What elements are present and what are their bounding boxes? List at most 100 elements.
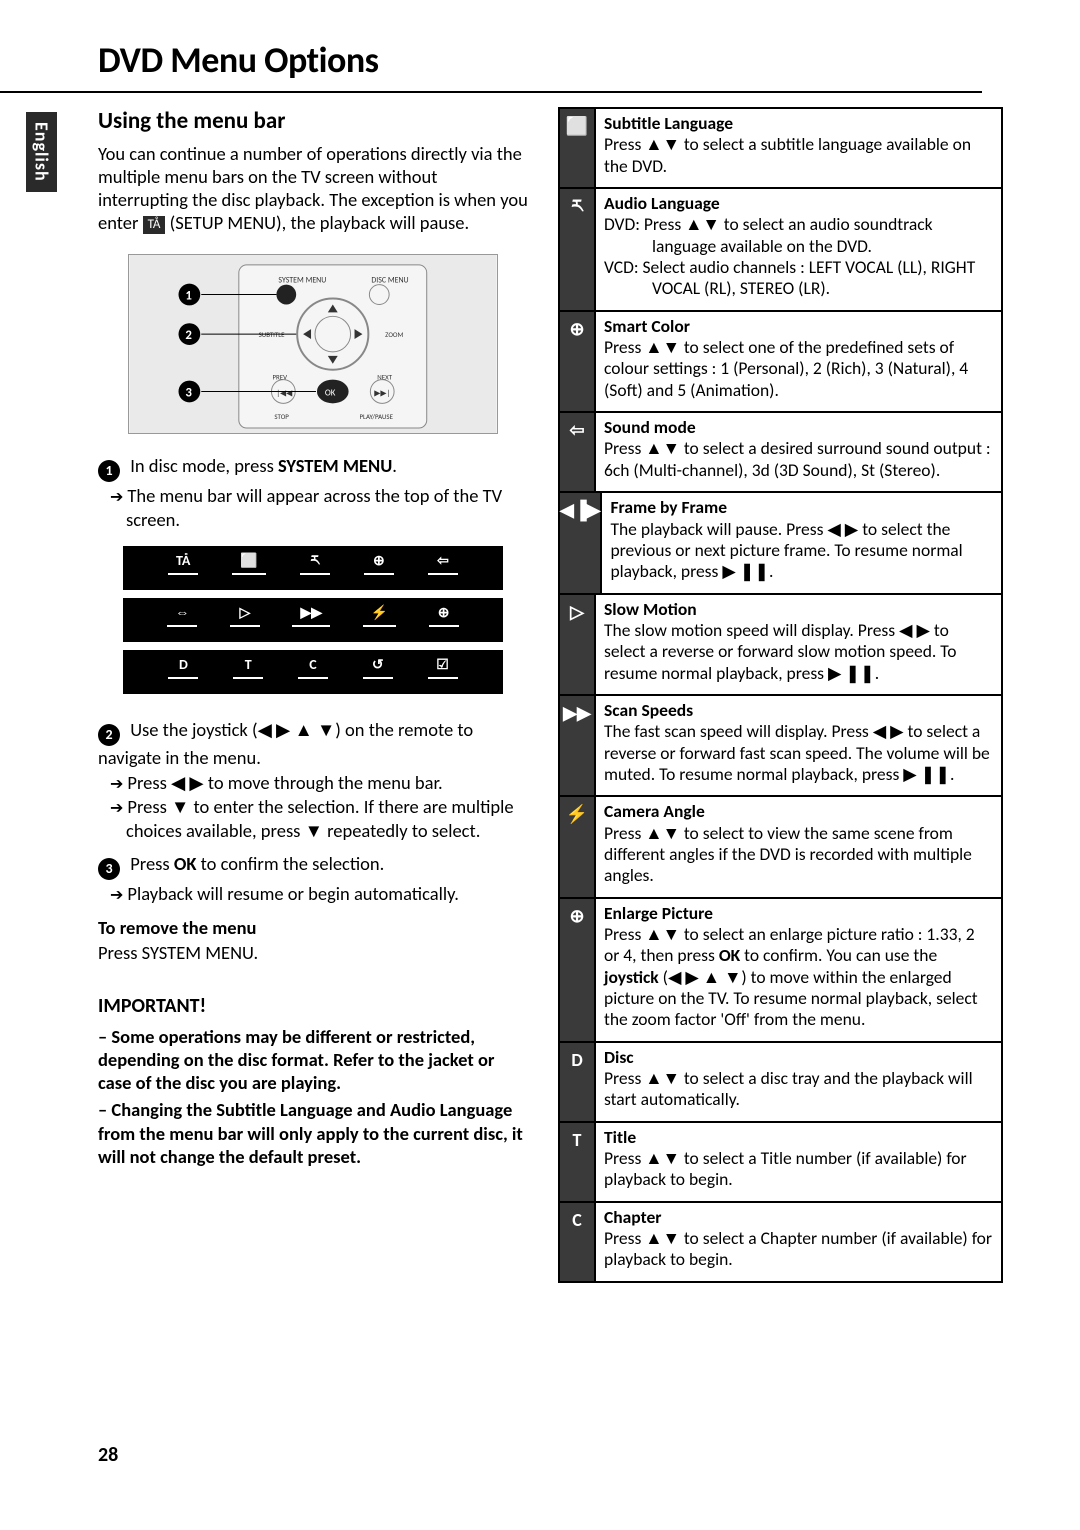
menubar-cell: ▷ — [230, 602, 260, 628]
page-title: DVD Menu Options — [0, 0, 982, 93]
step1-post: . — [392, 454, 397, 477]
sound-mode-icon: ⇦ — [560, 413, 596, 491]
svg-text:2: 2 — [185, 328, 192, 343]
feature-body: Camera AnglePress ▲▼ to select to view t… — [596, 797, 1001, 896]
step2-sub2: Press ▼ to enter the selection. If there… — [98, 795, 528, 842]
feature-description: Press ▲▼ to select an enlarge picture ra… — [604, 924, 993, 1031]
right-column: ⬜Subtitle LanguagePress ▲▼ to select a s… — [558, 107, 1003, 1283]
important-block: IMPORTANT! – Some operations may be diff… — [98, 994, 528, 1168]
feature-title: Camera Angle — [604, 801, 993, 822]
feature-body: TitlePress ▲▼ to select a Title number (… — [596, 1123, 1001, 1201]
feature-body: Sound modePress ▲▼ to select a desired s… — [596, 413, 1001, 491]
slow-motion-icon: ▷ — [560, 595, 596, 694]
menubar-cell: ⇔ — [167, 602, 197, 628]
feature-title: Disc — [604, 1047, 993, 1068]
setup-menu-inline-icon: TÅ — [143, 216, 166, 234]
svg-text:SYSTEM MENU: SYSTEM MENU — [278, 276, 326, 286]
feature-row: TTitlePress ▲▼ to select a Title number … — [560, 1123, 1001, 1203]
menubar-cell: ཪ — [300, 550, 330, 576]
feature-subline: VCD: Select audio channels : LEFT VOCAL … — [604, 257, 993, 300]
important-p2: – Changing the Subtitle Language and Aud… — [98, 1098, 528, 1167]
svg-text:▶▶|: ▶▶| — [374, 389, 390, 399]
feature-title: Scan Speeds — [604, 700, 993, 721]
step3-sub: Playback will resume or begin automatica… — [98, 882, 528, 906]
feature-title: Slow Motion — [604, 599, 993, 620]
feature-row: ⬜Subtitle LanguagePress ▲▼ to select a s… — [560, 109, 1001, 189]
feature-description: Press ▲▼ to select a Chapter number (if … — [604, 1228, 993, 1271]
svg-text:1: 1 — [185, 289, 192, 304]
svg-text:DISC MENU: DISC MENU — [371, 276, 408, 286]
remote-svg: SYSTEM MENU DISC MENU SUBTITLE ZOOM PREV… — [129, 255, 497, 433]
intro-paragraph: You can continue a number of operations … — [98, 142, 528, 235]
step3-post: to confirm the selection. — [196, 852, 384, 875]
feature-title: Frame by Frame — [610, 497, 993, 518]
feature-row: ⊕Enlarge PicturePress ▲▼ to select an en… — [560, 899, 1001, 1043]
feature-description: The slow motion speed will display. Pres… — [604, 620, 993, 684]
feature-body: Enlarge PicturePress ▲▼ to select an enl… — [596, 899, 1001, 1041]
menubar-cell: ☑ — [428, 654, 458, 680]
num-bullet-3: 3 — [98, 858, 120, 880]
feature-row: ⊕Smart ColorPress ▲▼ to select one of th… — [560, 312, 1001, 413]
enlarge-picture-icon: ⊕ — [560, 899, 596, 1041]
feature-table: ⬜Subtitle LanguagePress ▲▼ to select a s… — [558, 107, 1003, 1283]
feature-body: Smart ColorPress ▲▼ to select one of the… — [596, 312, 1001, 411]
feature-title: Smart Color — [604, 316, 993, 337]
feature-description: The playback will pause. Press ◀ ▶ to se… — [610, 519, 993, 583]
menubar-cell: TÅ — [168, 550, 198, 576]
language-tab: English — [26, 112, 57, 192]
menubar-row: TÅ⬜ཪ⊕⇦ — [123, 546, 503, 590]
feature-description: The fast scan speed will display. Press … — [604, 721, 993, 785]
step3-pre: Press — [130, 852, 174, 875]
svg-text:|◀◀: |◀◀ — [276, 389, 293, 399]
feature-title: Subtitle Language — [604, 113, 993, 134]
remote-control-diagram: SYSTEM MENU DISC MENU SUBTITLE ZOOM PREV… — [128, 254, 498, 434]
menubar-cell: ↺ — [363, 654, 393, 680]
feature-title: Title — [604, 1127, 993, 1148]
feature-description: Press ▲▼ to select to view the same scen… — [604, 823, 993, 887]
feature-body: Scan SpeedsThe fast scan speed will disp… — [596, 696, 1001, 795]
left-column: Using the menu bar You can continue a nu… — [98, 107, 528, 1283]
remove-menu-heading: To remove the menu — [98, 916, 528, 939]
num-bullet-1: 1 — [98, 460, 120, 482]
menubar-row: DTC↺☑ — [123, 650, 503, 694]
important-p1: – Some operations may be different or re… — [98, 1025, 528, 1094]
feature-body: Audio LanguageDVD: Press ▲▼ to select an… — [596, 189, 1001, 310]
menubar-cell: T — [233, 654, 263, 680]
menubar-cell: ⇦ — [428, 550, 458, 576]
feature-title: Enlarge Picture — [604, 903, 993, 924]
step-1: 1 In disc mode, press SYSTEM MENU. The m… — [98, 454, 528, 531]
feature-body: Subtitle LanguagePress ▲▼ to select a su… — [596, 109, 1001, 187]
feature-row: ◀▐▶ Frame by FrameThe playback will pause… — [560, 493, 1001, 594]
feature-row: ⚡Camera AnglePress ▲▼ to select to view … — [560, 797, 1001, 898]
svg-text:PLAY/PAUSE: PLAY/PAUSE — [359, 413, 393, 422]
feature-description: Press ▲▼ to select a Title number (if av… — [604, 1148, 993, 1191]
step2-sub1: Press ◀ ▶ to move through the menu bar. — [98, 771, 528, 795]
menubar-row: ⇔▷▶▶⚡⊕ — [123, 598, 503, 642]
step-3: 3 Press OK to confirm the selection. Pla… — [98, 852, 528, 906]
feature-description: Press ▲▼ to select a disc tray and the p… — [604, 1068, 993, 1111]
feature-title: Audio Language — [604, 193, 993, 214]
feature-row: CChapterPress ▲▼ to select a Chapter num… — [560, 1203, 1001, 1283]
step1-sub: The menu bar will appear across the top … — [98, 484, 528, 531]
feature-body: Slow MotionThe slow motion speed will di… — [596, 595, 1001, 694]
important-title: IMPORTANT! — [98, 994, 528, 1019]
intro-text-post: (SETUP MENU), the playback will pause. — [165, 211, 469, 234]
feature-description: Press ▲▼ to select one of the predefined… — [604, 337, 993, 401]
menubar-cell: ⊕ — [429, 602, 459, 628]
disc-icon: D — [560, 1043, 596, 1121]
feature-body: ChapterPress ▲▼ to select a Chapter numb… — [596, 1203, 1001, 1281]
step1-strong: SYSTEM MENU — [278, 454, 392, 477]
feature-description: Press ▲▼ to select a desired surround so… — [604, 438, 993, 481]
svg-text:3: 3 — [185, 386, 192, 401]
section-heading-using-menu-bar: Using the menu bar — [98, 107, 528, 136]
page-number: 28 — [98, 1443, 118, 1468]
frame-by-frame-icon: ◀▐▶ — [560, 493, 602, 592]
menubar-cell: ⚡ — [363, 602, 396, 628]
feature-description: Press ▲▼ to select a subtitle language a… — [604, 134, 993, 177]
camera-angle-icon: ⚡ — [560, 797, 596, 896]
chapter-icon: C — [560, 1203, 596, 1281]
step-2: 2 Use the joystick (◀ ▶ ▲ ▼) on the remo… — [98, 718, 528, 842]
num-bullet-2: 2 — [98, 724, 120, 746]
svg-text:STOP: STOP — [274, 413, 289, 422]
subtitle-icon: ⬜ — [560, 109, 596, 187]
